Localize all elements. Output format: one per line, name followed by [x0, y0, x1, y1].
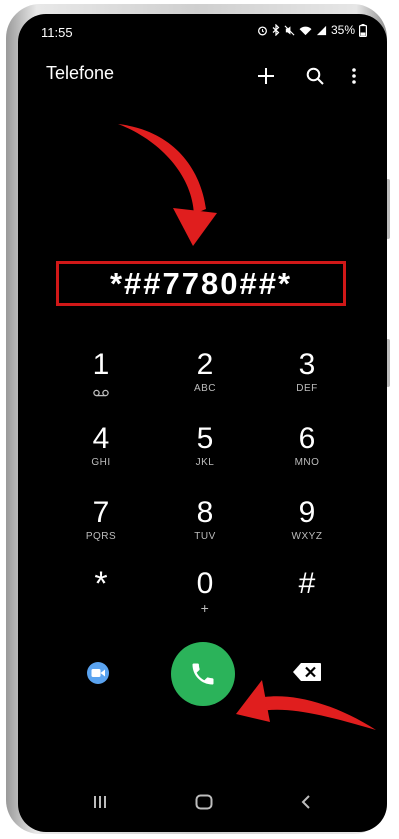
key-digit: 6 [298, 422, 316, 455]
key-letters: TUV [194, 531, 216, 542]
key-digit: 7 [92, 496, 110, 529]
recent-apps-icon[interactable] [80, 782, 120, 822]
phone-frame: 11:55 35% Telefone *##7780##* 1 2 ABC 3 … [6, 4, 390, 834]
key-2[interactable]: 2 ABC [165, 348, 245, 408]
dialed-number-highlight: *##7780##* [56, 261, 346, 306]
key-digit: # [298, 567, 316, 600]
key-letters: + [200, 600, 210, 616]
key-4[interactable]: 4 GHI [61, 422, 141, 482]
key-digit: 0 [196, 567, 214, 600]
alarm-icon [257, 25, 268, 36]
phone-screen: 11:55 35% Telefone *##7780##* 1 2 ABC 3 … [18, 14, 387, 832]
bluetooth-icon [272, 24, 280, 36]
key-digit: 4 [92, 422, 110, 455]
key-letters: ABC [193, 383, 217, 394]
key-letters: GHI [91, 457, 111, 468]
key-letters: MNO [294, 457, 320, 468]
nav-bar [18, 782, 387, 822]
mute-icon [284, 25, 295, 36]
key-digit: 3 [298, 348, 316, 381]
key-digit: 5 [196, 422, 214, 455]
key-digit: 1 [92, 348, 110, 381]
add-icon[interactable] [248, 58, 284, 94]
more-options-icon[interactable] [336, 58, 372, 94]
key-1[interactable]: 1 [61, 348, 141, 408]
key-letters: PQRS [85, 531, 117, 542]
key-7[interactable]: 7 PQRS [61, 496, 141, 556]
key-digit: 8 [196, 496, 214, 529]
key-6[interactable]: 6 MNO [267, 422, 347, 482]
status-time: 11:55 [41, 25, 73, 40]
wifi-icon [299, 25, 312, 36]
key-3[interactable]: 3 DEF [267, 348, 347, 408]
key-0[interactable]: 0 + [165, 567, 245, 627]
key-letters: JKL [195, 457, 215, 468]
key-5[interactable]: 5 JKL [165, 422, 245, 482]
back-icon[interactable] [286, 782, 326, 822]
dialed-number[interactable]: *##7780##* [110, 266, 292, 302]
key-digit: 2 [196, 348, 214, 381]
battery-icon [359, 23, 367, 37]
battery-percent: 35% [330, 23, 355, 37]
app-bar: Telefone [18, 58, 387, 98]
key-8[interactable]: 8 TUV [165, 496, 245, 556]
key-hash[interactable]: # [267, 567, 347, 627]
key-letters: DEF [296, 383, 318, 394]
voicemail-icon [93, 384, 109, 402]
video-call-icon[interactable] [84, 658, 114, 688]
key-9[interactable]: 9 WXYZ [267, 496, 347, 556]
home-icon[interactable] [184, 782, 224, 822]
key-digit: 9 [298, 496, 316, 529]
key-letters: WXYZ [291, 531, 323, 542]
status-icons: 35% [257, 23, 367, 37]
call-icon[interactable] [171, 642, 235, 706]
status-bar: 11:55 35% [18, 14, 387, 48]
key-star[interactable]: * [61, 567, 141, 627]
backspace-icon[interactable] [290, 659, 324, 685]
signal-icon [316, 25, 327, 36]
search-icon[interactable] [297, 58, 333, 94]
app-title: Telefone [46, 63, 115, 83]
key-digit: * [94, 565, 108, 603]
